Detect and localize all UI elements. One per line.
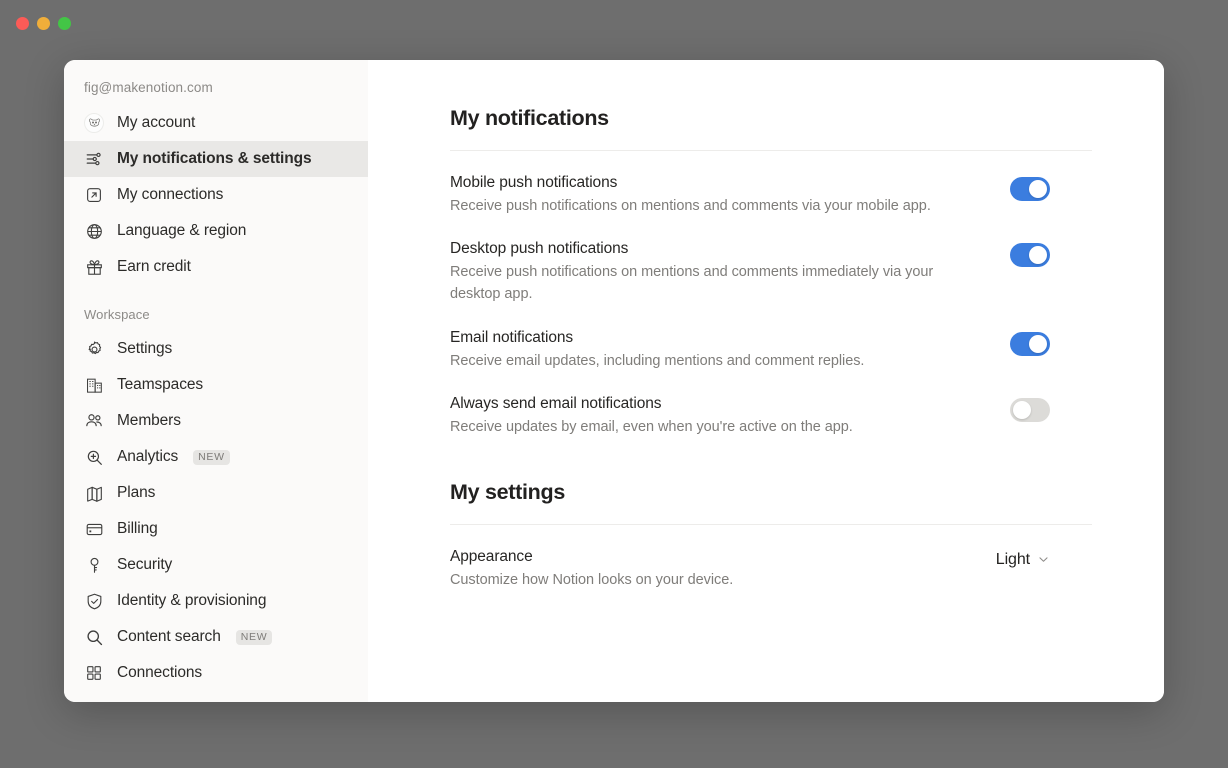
map-icon [84, 483, 104, 503]
sidebar-section-header-workspace: Workspace [84, 307, 150, 322]
gift-icon [84, 257, 104, 277]
sidebar-item-my-notifications-and-settings[interactable]: My notifications & settings [64, 141, 368, 177]
setting-row-text: Mobile push notifications Receive push n… [450, 174, 970, 217]
sidebar-item-connections[interactable]: Connections [64, 655, 368, 691]
setting-row-text: Appearance Customize how Notion looks on… [450, 548, 970, 591]
appearance-select[interactable]: Light [996, 551, 1050, 569]
settings-main-panel: My notifications Mobile push notificatio… [368, 60, 1164, 702]
toggle-email-notifications[interactable] [1010, 331, 1050, 356]
sidebar-item-settings[interactable]: Settings [64, 331, 368, 367]
credit-card-icon [84, 519, 104, 539]
setting-description: Receive push notifications on mentions a… [450, 264, 934, 303]
maximize-window-button[interactable] [58, 17, 71, 30]
sidebar-item-teamspaces[interactable]: Teamspaces [64, 367, 368, 403]
key-icon [84, 555, 104, 575]
toggle-knob [1029, 246, 1047, 265]
toggle-knob [1013, 400, 1031, 419]
setting-title: Desktop push notifications [450, 240, 629, 258]
sidebar-item-label: Content search [117, 628, 221, 645]
setting-description: Receive push notifications on mentions a… [450, 198, 931, 214]
setting-title: Mobile push notifications [450, 174, 618, 191]
status-badge-new: NEW [193, 449, 230, 465]
setting-title: Always send email notifications [450, 394, 662, 412]
arrow-up-right-box-icon [84, 185, 104, 205]
setting-row-email-notifications: Email notifications Receive email update… [450, 306, 1092, 372]
setting-row-control [970, 240, 1050, 268]
sidebar-item-label: Settings [117, 340, 173, 357]
toggle-mobile-push-notifications[interactable] [1010, 177, 1050, 201]
minimize-window-button[interactable] [37, 17, 50, 30]
sidebar-item-label: My connections [117, 186, 224, 203]
sidebar-item-label: Teamspaces [117, 376, 204, 393]
sidebar-item-label: My account [117, 114, 196, 131]
sidebar-item-label: Language & region [117, 222, 247, 239]
sidebar-item-label: Billing [117, 520, 158, 537]
setting-title: Email notifications [450, 328, 574, 346]
sidebar-item-identity-and-provisioning[interactable]: Identity & provisioning [64, 583, 368, 619]
sidebar-item-label: Connections [117, 664, 203, 681]
setting-row-text: Always send email notifications Receive … [450, 395, 970, 438]
sidebar-item-security[interactable]: Security [64, 547, 368, 583]
account-email-label: fig@makenotion.com [84, 80, 213, 95]
search-icon [84, 627, 104, 647]
setting-row-mobile-push-notifications: Mobile push notifications Receive push n… [450, 151, 1092, 217]
sidebar-item-plans[interactable]: Plans [64, 475, 368, 511]
close-window-button[interactable] [16, 17, 29, 30]
sidebar-item-label: Security [117, 556, 173, 573]
gear-icon [84, 339, 104, 359]
setting-row-text: Email notifications Receive email update… [450, 329, 970, 372]
setting-description: Receive email updates, including mention… [450, 352, 865, 369]
user-avatar-icon [84, 113, 104, 133]
setting-title: Appearance [450, 547, 533, 565]
workspace-nav-group: Settings Teamspaces Members Analytics NE… [64, 331, 368, 691]
chevron-down-icon [1037, 553, 1050, 566]
grid-squares-icon [84, 663, 104, 683]
setting-row-control [970, 329, 1050, 356]
setting-row-appearance: Appearance Customize how Notion looks on… [450, 525, 1092, 591]
sidebar-item-language-and-region[interactable]: Language & region [64, 213, 368, 249]
sidebar-item-label: Identity & provisioning [117, 592, 267, 609]
setting-description: Receive updates by email, even when you'… [450, 418, 853, 435]
sidebar-item-my-account[interactable]: My account [64, 105, 368, 141]
window-traffic-lights [16, 17, 71, 30]
sidebar-item-label: Earn credit [117, 258, 191, 275]
status-badge-new: NEW [235, 629, 273, 645]
sidebar-item-analytics[interactable]: Analytics NEW [64, 439, 368, 475]
setting-row-control [970, 395, 1050, 422]
sidebar-item-label: Plans [117, 484, 156, 501]
sidebar-item-label: Analytics [117, 448, 179, 465]
toggle-always-send-email-notifications[interactable] [1010, 397, 1050, 422]
sidebar-item-earn-credit[interactable]: Earn credit [64, 249, 368, 285]
toggle-knob [1029, 334, 1047, 353]
appearance-select-value: Light [995, 550, 1030, 568]
settings-sidebar: fig@makenotion.com My account My notific… [64, 60, 368, 702]
globe-icon [84, 221, 104, 241]
buildings-icon [84, 375, 104, 395]
setting-row-text: Desktop push notifications Receive push … [450, 240, 970, 305]
sidebar-item-label: Members [117, 412, 181, 429]
settings-window: fig@makenotion.com My account My notific… [64, 60, 1164, 702]
account-nav-group: My account My notifications & settings M… [64, 105, 368, 285]
setting-row-always-send-email-notifications: Always send email notifications Receive … [450, 372, 1092, 438]
sidebar-item-my-connections[interactable]: My connections [64, 177, 368, 213]
sidebar-item-members[interactable]: Members [64, 403, 368, 439]
sliders-icon [84, 149, 104, 169]
page-title-my-notifications: My notifications [450, 106, 609, 130]
sidebar-item-label: My notifications & settings [117, 150, 312, 167]
magnifier-plus-icon [84, 447, 104, 467]
setting-row-control [970, 174, 1050, 201]
shield-check-icon [84, 591, 104, 611]
sidebar-item-content-search[interactable]: Content search NEW [64, 619, 368, 655]
setting-row-control: Light [970, 548, 1050, 569]
page-title-my-settings: My settings [450, 479, 565, 504]
setting-description: Customize how Notion looks on your devic… [450, 571, 734, 588]
toggle-desktop-push-notifications[interactable] [1010, 243, 1050, 268]
people-icon [84, 411, 104, 431]
toggle-knob [1029, 180, 1047, 198]
setting-row-desktop-push-notifications: Desktop push notifications Receive push … [450, 217, 1092, 305]
sidebar-item-billing[interactable]: Billing [64, 511, 368, 547]
